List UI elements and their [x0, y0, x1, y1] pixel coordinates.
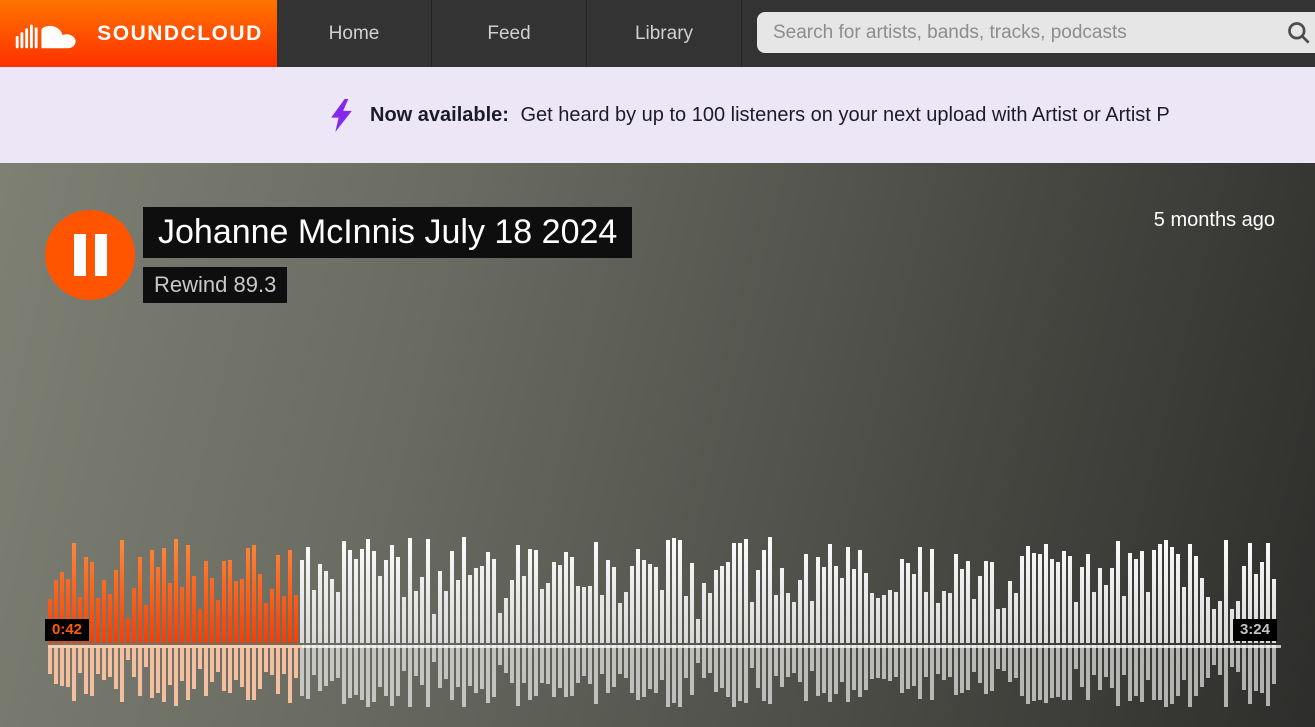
banner-message: Get heard by up to 100 listeners on your…	[521, 104, 1170, 126]
banner-highlight: Now available:	[370, 104, 509, 126]
track-player: Johanne McInnis July 18 2024 Rewind 89.3…	[0, 163, 1315, 727]
duration-label: 3:24	[1233, 619, 1277, 642]
brand-name: SOUNDCLOUD	[97, 22, 263, 46]
pause-icon	[74, 234, 107, 276]
nav-item-home[interactable]: Home	[277, 0, 432, 67]
pause-button[interactable]	[45, 210, 135, 300]
soundcloud-cloud-icon	[14, 15, 84, 53]
search-input[interactable]	[757, 12, 1315, 53]
nav-item-library[interactable]: Library	[587, 0, 742, 67]
baseline-strip-played	[48, 645, 302, 648]
track-title[interactable]: Johanne McInnis July 18 2024	[143, 207, 632, 258]
search-bar	[742, 0, 1315, 67]
posted-time: 5 months ago	[1154, 209, 1275, 232]
soundcloud-logo[interactable]: SOUNDCLOUD	[0, 0, 277, 67]
search-icon[interactable]	[1285, 19, 1312, 46]
track-artist[interactable]: Rewind 89.3	[143, 267, 287, 303]
elapsed-time-label: 0:42	[45, 619, 89, 642]
top-nav: SOUNDCLOUD Home Feed Library	[0, 0, 1315, 67]
lightning-bolt-icon	[329, 99, 354, 132]
waveform-top: 0:42 3:24	[48, 537, 1281, 643]
banner-text: Now available: Get heard by up to 100 li…	[370, 104, 1170, 127]
waveform-reflection	[48, 645, 1281, 707]
promo-banner[interactable]: Now available: Get heard by up to 100 li…	[0, 67, 1315, 163]
primary-nav: Home Feed Library	[277, 0, 742, 67]
waveform[interactable]: 0:42 3:24	[48, 537, 1281, 707]
baseline-strip-unplayed	[302, 645, 1281, 648]
nav-item-feed[interactable]: Feed	[432, 0, 587, 67]
waveform-bars	[48, 537, 1281, 643]
page: SOUNDCLOUD Home Feed Library Now availab	[0, 0, 1315, 727]
